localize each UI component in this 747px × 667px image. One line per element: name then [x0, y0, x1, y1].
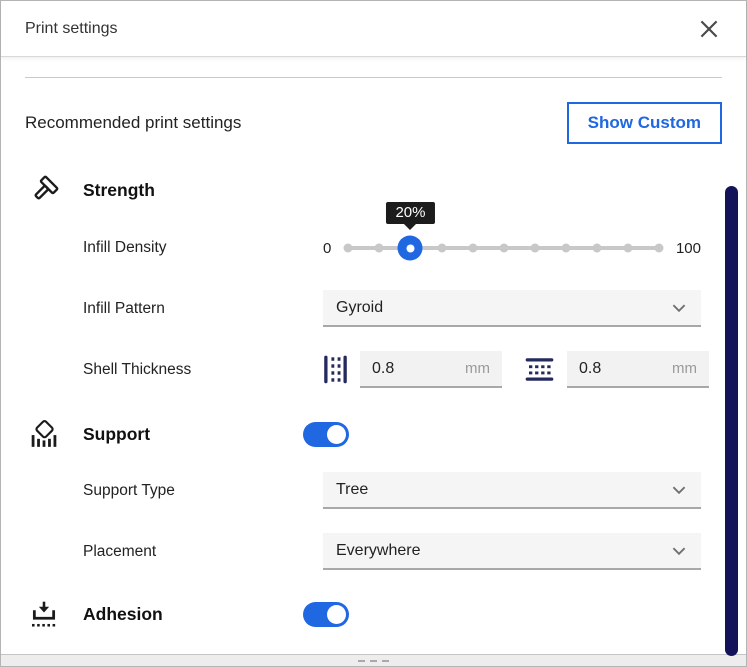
wall-thickness-field[interactable]: mm	[360, 351, 502, 388]
close-icon	[696, 16, 722, 42]
resize-grip-dash	[370, 660, 377, 662]
infill-pattern-row: Infill Pattern Gyroid	[83, 290, 701, 327]
slider-tick[interactable]	[344, 244, 353, 253]
strength-title: Strength	[83, 180, 303, 201]
infill-pattern-dropdown[interactable]: Gyroid	[323, 290, 701, 327]
resize-grip-dash	[358, 660, 365, 662]
adhesion-icon	[29, 600, 63, 628]
heading-row: Recommended print settings Show Custom	[25, 102, 722, 144]
infill-pattern-value: Gyroid	[336, 299, 383, 317]
slider-tick[interactable]	[530, 244, 539, 253]
slider-min-label: 0	[323, 240, 331, 257]
infill-density-track[interactable]: 20%	[348, 246, 659, 250]
slider-value-tooltip: 20%	[386, 202, 434, 224]
top-bottom-thickness-input[interactable]	[579, 360, 666, 378]
slider-tick[interactable]	[592, 244, 601, 253]
dialog-header: Print settings	[1, 1, 746, 57]
wall-thickness-unit: mm	[465, 360, 490, 377]
slider-tick[interactable]	[468, 244, 477, 253]
infill-density-slider-handle[interactable]	[398, 236, 423, 261]
close-button[interactable]	[694, 14, 724, 44]
adhesion-title: Adhesion	[83, 604, 303, 625]
support-type-label: Support Type	[83, 482, 323, 500]
slider-tick[interactable]	[437, 244, 446, 253]
resize-grip-dash	[382, 660, 389, 662]
support-type-dropdown[interactable]: Tree	[323, 472, 701, 509]
adhesion-section-header: Adhesion	[29, 596, 722, 632]
vertical-scrollbar-thumb[interactable]	[725, 186, 738, 656]
slider-tick[interactable]	[375, 244, 384, 253]
slider-tick[interactable]	[499, 244, 508, 253]
top-bottom-thickness-unit: mm	[672, 360, 697, 377]
support-section-header: Support	[29, 416, 722, 452]
show-custom-button[interactable]: Show Custom	[567, 102, 722, 144]
support-toggle[interactable]	[303, 422, 349, 447]
recommended-settings-heading: Recommended print settings	[25, 113, 241, 133]
infill-pattern-label: Infill Pattern	[83, 300, 323, 318]
strength-section-header: Strength	[29, 172, 722, 208]
resize-handle[interactable]	[1, 654, 746, 666]
support-type-row: Support Type Tree	[83, 472, 701, 509]
support-title: Support	[83, 424, 303, 445]
chevron-down-icon	[670, 542, 688, 560]
support-type-value: Tree	[336, 481, 368, 499]
slider-max-label: 100	[676, 240, 701, 257]
hammer-icon	[29, 175, 63, 205]
wall-thickness-input[interactable]	[372, 360, 459, 378]
placement-value: Everywhere	[336, 542, 420, 560]
toggle-knob	[327, 605, 346, 624]
infill-density-label: Infill Density	[83, 239, 323, 257]
placement-label: Placement	[83, 543, 323, 561]
wall-thickness-icon	[323, 354, 348, 385]
chevron-down-icon	[670, 299, 688, 317]
support-structure-icon	[29, 420, 63, 448]
top-bottom-thickness-field[interactable]: mm	[567, 351, 709, 388]
dialog-title: Print settings	[25, 20, 117, 38]
placement-dropdown[interactable]: Everywhere	[323, 533, 701, 570]
chevron-down-icon	[670, 481, 688, 499]
divider	[25, 77, 722, 78]
adhesion-toggle[interactable]	[303, 602, 349, 627]
shell-thickness-label: Shell Thickness	[83, 361, 323, 379]
placement-row: Placement Everywhere	[83, 533, 701, 570]
shell-thickness-row: Shell Thickness mm	[83, 351, 701, 388]
infill-density-row: Infill Density 0 20% 100	[83, 230, 701, 266]
toggle-knob	[327, 425, 346, 444]
slider-tick[interactable]	[654, 244, 663, 253]
slider-tick[interactable]	[623, 244, 632, 253]
top-bottom-thickness-icon	[524, 357, 555, 382]
slider-tick[interactable]	[561, 244, 570, 253]
